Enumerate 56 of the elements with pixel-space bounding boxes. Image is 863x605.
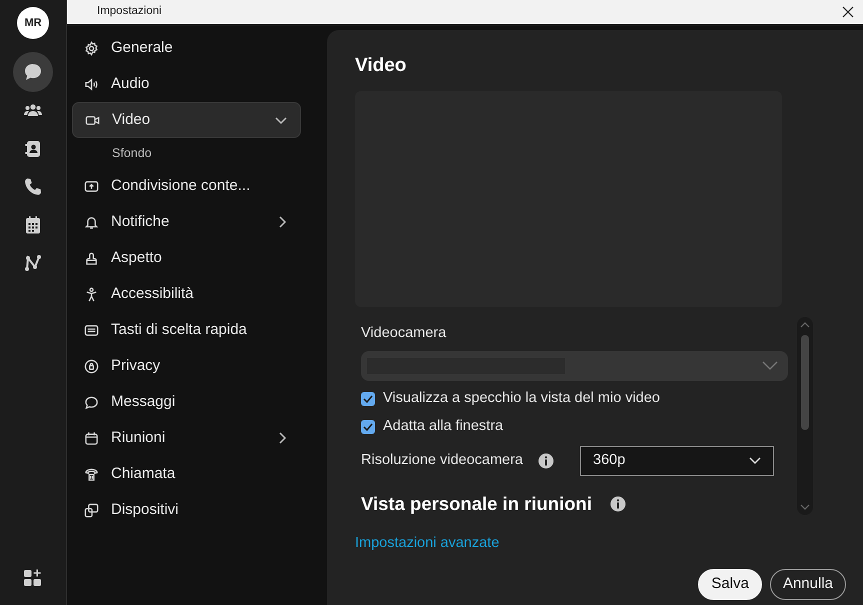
checkbox[interactable]: [361, 392, 375, 406]
screen-share-icon: [84, 178, 99, 194]
chevron-down-icon: [749, 457, 761, 466]
info-icon[interactable]: [538, 453, 554, 470]
settings-nav-item[interactable]: Generale: [72, 30, 301, 66]
calendar-icon: [23, 215, 43, 235]
chevron-down-icon: [762, 361, 778, 372]
section-heading: Vista personale in riunioni: [361, 492, 592, 516]
settings-nav-item[interactable]: Chiamata: [72, 456, 301, 492]
keyboard-icon: [84, 322, 99, 338]
settings-nav-item[interactable]: Audio: [72, 66, 301, 102]
settings-nav-item[interactable]: Privacy: [72, 348, 301, 384]
accessibility-icon: [84, 286, 99, 302]
close-icon: [842, 6, 854, 18]
privacy-icon: [84, 358, 99, 374]
settings-nav-item[interactable]: Notifiche: [72, 204, 301, 240]
calendar-icon: [84, 430, 99, 446]
advanced-settings-link[interactable]: Impostazioni avanzate: [355, 532, 500, 554]
cancel-button[interactable]: Annulla: [770, 569, 846, 600]
settings-nav-item[interactable]: Messaggi: [72, 384, 301, 420]
checkbox-label: Visualizza a specchio la vista del mio video: [383, 389, 660, 408]
field-label: Risoluzione videocamera: [361, 451, 523, 470]
scroll-up-icon[interactable]: [800, 320, 810, 328]
settings-nav-item[interactable]: Riunioni: [72, 420, 301, 456]
settings-nav-item[interactable]: Dispositivi: [72, 492, 301, 528]
settings-nav-item[interactable]: Video: [72, 102, 301, 138]
settings-subnav-item[interactable]: Sfondo: [72, 138, 301, 168]
section-title: Video: [355, 54, 408, 78]
field-label: Videocamera: [361, 324, 448, 342]
info-icon[interactable]: [610, 496, 626, 512]
connections-icon: [23, 253, 43, 273]
message-icon: [84, 394, 99, 410]
settings-nav-item[interactable]: Accessibilità: [72, 276, 301, 312]
save-button[interactable]: Salva: [698, 569, 762, 600]
bell-icon: [84, 214, 99, 230]
window-title: Impostazioni: [97, 4, 163, 20]
resolution-dropdown[interactable]: 360p: [580, 446, 774, 476]
speaker-icon: [84, 76, 99, 92]
scroll-down-icon[interactable]: [800, 502, 810, 510]
settings-nav-item[interactable]: Condivisione conte...: [72, 168, 301, 204]
checkbox-label: Adatta alla finestra: [383, 417, 504, 436]
phone-icon: [23, 177, 43, 197]
scrollbar[interactable]: [797, 316, 813, 514]
gear-icon: [84, 40, 99, 56]
contacts-icon: [23, 139, 43, 159]
settings-nav-item[interactable]: Aspetto: [72, 240, 301, 276]
checkbox[interactable]: [361, 420, 375, 434]
chat-icon: [23, 62, 43, 82]
settings-nav-item[interactable]: Tasti di scelta rapida: [72, 312, 301, 348]
apps-icon: [23, 568, 43, 588]
chat-tab[interactable]: [13, 52, 53, 92]
devices-icon: [84, 502, 99, 518]
brush-icon: [84, 250, 99, 266]
user-avatar[interactable]: MR: [17, 7, 49, 39]
scrollbar-thumb[interactable]: [801, 334, 809, 430]
telephone-icon: [84, 466, 99, 482]
